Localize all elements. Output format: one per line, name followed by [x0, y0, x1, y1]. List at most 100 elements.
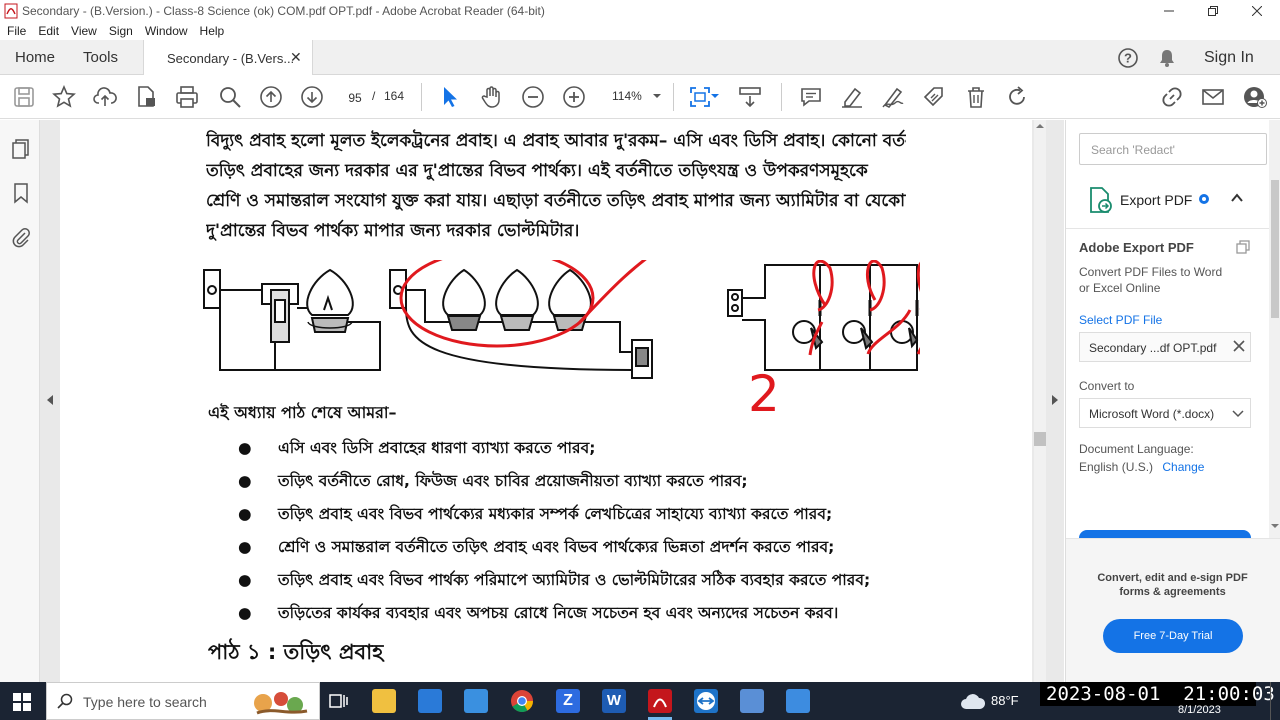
zoom-level-select[interactable]: 114%: [612, 89, 642, 103]
convert-button-partial[interactable]: [1079, 530, 1251, 538]
notification-bell-icon[interactable]: [1157, 48, 1177, 68]
list-item-text: তড়িৎ বর্তনীতে রোধ, ফিউজ এবং চাবির প্রয়…: [278, 472, 748, 490]
chevron-down-icon: [1232, 410, 1244, 418]
teamviewer-icon[interactable]: [694, 689, 718, 713]
search-highlight-illustration-icon: [247, 687, 311, 717]
weather-temperature[interactable]: 88°F: [991, 693, 1019, 708]
zoom-in-icon[interactable]: [562, 85, 586, 109]
tab-document-label: Secondary - (B.Vers...: [167, 51, 295, 66]
file-explorer-icon[interactable]: [372, 689, 396, 713]
scroll-up-arrow-icon[interactable]: [1036, 123, 1044, 129]
attachments-paperclip-icon[interactable]: [10, 226, 32, 248]
acrobat-reader-taskbar-icon[interactable]: [648, 689, 672, 713]
selected-file-field[interactable]: Secondary ...df OPT.pdf: [1079, 332, 1251, 362]
scroll-down-arrow-icon[interactable]: [1271, 523, 1279, 529]
photos-app-icon[interactable]: [786, 689, 810, 713]
promo-section: Convert, edit and e-sign PDF forms & agr…: [1066, 538, 1280, 682]
show-desktop-button[interactable]: [1270, 682, 1274, 720]
copy-info-icon[interactable]: [1235, 239, 1251, 255]
collapse-chevron-up-icon[interactable]: [1231, 193, 1243, 203]
upload-cloud-icon[interactable]: [93, 85, 117, 109]
selected-file-name: Secondary ...df OPT.pdf: [1089, 341, 1217, 355]
draw-signature-icon[interactable]: [881, 85, 905, 109]
app-taskbar-icon[interactable]: [740, 689, 764, 713]
select-cursor-icon[interactable]: [438, 85, 462, 109]
windows-start-icon[interactable]: [13, 693, 31, 711]
menu-window[interactable]: Window: [145, 22, 188, 40]
tab-home[interactable]: Home: [15, 49, 55, 66]
weather-cloud-icon[interactable]: [960, 692, 986, 710]
tools-pane: Search 'Redact' Export PDF Adobe Export …: [1065, 120, 1280, 682]
list-item: ● এসি এবং ডিসি প্রবাহের ধারণা ব্যাখ্যা কর…: [238, 439, 596, 457]
close-window-button[interactable]: [1234, 0, 1280, 22]
intro-line: তড়িৎ প্রবাহের জন্য দরকার এর দু'প্রান্তে…: [206, 161, 868, 181]
menu-sign[interactable]: Sign: [109, 22, 133, 40]
timestamp-overlay: 2023-08-01 21:00:03: [1040, 682, 1275, 706]
zoom-app-icon[interactable]: Z: [556, 689, 580, 713]
document-viewport[interactable]: বিদ্যুৎ প্রবাহ হলো মূলত ইলেকট্রনের প্রবা…: [40, 120, 1064, 682]
bookmark-star-icon[interactable]: [52, 85, 76, 109]
divider: [1066, 228, 1269, 229]
select-pdf-file-link[interactable]: Select PDF File: [1079, 313, 1162, 327]
close-tab-icon[interactable]: ✕: [290, 49, 302, 66]
document-scrollbar[interactable]: [1034, 120, 1046, 682]
word-app-icon[interactable]: W: [602, 689, 626, 713]
change-language-link[interactable]: Change: [1162, 460, 1204, 474]
zoom-out-icon[interactable]: [521, 85, 545, 109]
bookmarks-icon[interactable]: [10, 182, 32, 204]
page-fit-icon[interactable]: [688, 85, 712, 109]
search-icon[interactable]: [218, 85, 242, 109]
add-user-icon[interactable]: [1243, 85, 1267, 109]
collapse-left-arrow-icon[interactable]: [46, 394, 54, 406]
restore-button[interactable]: [1190, 0, 1236, 22]
page-number-input[interactable]: 95: [342, 87, 368, 107]
tab-bar: Home Tools Secondary - (B.Vers... ✕ ? Si…: [0, 40, 1280, 75]
export-pdf-header[interactable]: Export PDF: [1066, 183, 1269, 223]
redact-search-input[interactable]: Search 'Redact': [1079, 133, 1267, 165]
free-trial-button[interactable]: Free 7-Day Trial: [1103, 619, 1243, 653]
microsoft-store-icon[interactable]: [418, 689, 442, 713]
zoom-dropdown-chevron-icon[interactable]: [652, 92, 662, 100]
minimize-button[interactable]: [1146, 0, 1192, 22]
intro-paragraph: বিদ্যুৎ প্রবাহ হলো মূলত ইলেকট্রনের প্রবা…: [206, 126, 906, 246]
menu-file[interactable]: File: [7, 22, 26, 40]
tools-pane-scrollbar[interactable]: [1269, 120, 1280, 538]
sign-in-link[interactable]: Sign In: [1204, 49, 1254, 67]
menu-view[interactable]: View: [71, 22, 97, 40]
email-icon[interactable]: [1201, 85, 1225, 109]
hand-tool-icon[interactable]: [479, 85, 503, 109]
expand-right-pane-icon[interactable]: [1051, 394, 1059, 406]
menu-edit[interactable]: Edit: [38, 22, 59, 40]
page-thumbnails-icon[interactable]: [10, 138, 32, 160]
highlight-pen-icon[interactable]: [840, 85, 864, 109]
fill-sign-icon[interactable]: [922, 85, 946, 109]
delete-trash-icon[interactable]: [964, 85, 988, 109]
protect-file-icon[interactable]: [134, 85, 158, 109]
task-view-icon[interactable]: [326, 689, 350, 713]
comment-icon[interactable]: [799, 85, 823, 109]
help-icon[interactable]: ?: [1117, 47, 1139, 69]
scroll-mode-icon[interactable]: [738, 85, 762, 109]
next-page-icon[interactable]: [300, 85, 324, 109]
scrollbar-thumb[interactable]: [1034, 432, 1046, 446]
mail-app-icon[interactable]: [464, 689, 488, 713]
previous-page-icon[interactable]: [259, 85, 283, 109]
chrome-browser-icon[interactable]: [510, 689, 534, 713]
rotate-icon[interactable]: [1005, 85, 1029, 109]
convert-to-select[interactable]: Microsoft Word (*.docx): [1079, 398, 1251, 428]
save-icon[interactable]: [12, 85, 36, 109]
scrollbar-thumb[interactable]: [1271, 180, 1279, 318]
taskbar-search-box[interactable]: Type here to search: [46, 682, 320, 720]
print-icon[interactable]: [175, 85, 199, 109]
tab-document[interactable]: Secondary - (B.Vers... ✕: [143, 40, 313, 75]
handwritten-annotation-digit: 2: [748, 365, 780, 423]
list-item-text: তড়িৎ প্রবাহ এবং বিভব পার্থক্যের মধ্যকার…: [278, 505, 833, 523]
fit-dropdown-chevron-icon[interactable]: [711, 93, 719, 99]
window-title: Secondary - (B.Version.) - Class-8 Scien…: [22, 4, 545, 18]
tray-date[interactable]: 8/1/2023: [1178, 704, 1221, 716]
remove-file-icon[interactable]: [1233, 340, 1245, 352]
menu-help[interactable]: Help: [200, 22, 225, 40]
share-link-icon[interactable]: [1160, 85, 1184, 109]
tab-tools[interactable]: Tools: [83, 49, 118, 66]
list-item-text: এসি এবং ডিসি প্রবাহের ধারণা ব্যাখ্যা করত…: [278, 439, 596, 457]
